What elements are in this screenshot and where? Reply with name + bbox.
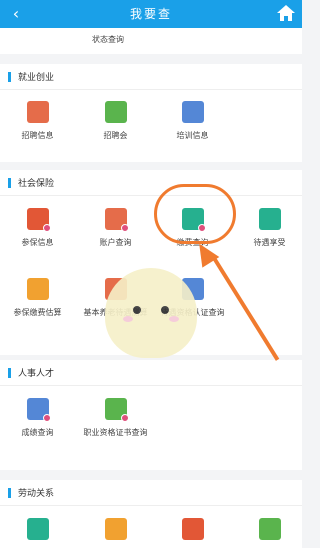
insured-info-item[interactable]: 参保信息: [0, 208, 75, 250]
cert-query-icon: [104, 398, 129, 422]
score-query-item[interactable]: 成绩查询: [0, 398, 75, 440]
job-fair-item[interactable]: 招聘会: [78, 101, 153, 143]
labor-item-3[interactable]: [155, 518, 230, 546]
section-title: 劳动关系: [18, 489, 55, 499]
gift-icon: [258, 208, 281, 230]
section-accent-bar: [8, 177, 11, 188]
labor-item-2[interactable]: [78, 518, 153, 546]
account-query-item[interactable]: 账户查询: [78, 208, 153, 250]
cert-query-item[interactable]: 职业资格证书查询: [78, 398, 153, 440]
labor-item-4[interactable]: [232, 518, 307, 546]
home-icon[interactable]: [276, 4, 296, 22]
top-bar: ‹ 我要查: [0, 0, 302, 28]
labor-icon-2: [104, 518, 127, 540]
job-info-item[interactable]: 招聘信息: [0, 101, 75, 143]
badge-dot: [42, 224, 51, 232]
job-fair-icon: [104, 101, 127, 123]
labor-item-1[interactable]: [0, 518, 75, 546]
training-info-item[interactable]: 培训信息: [155, 101, 230, 143]
section-personnel: 人事人才 成绩查询 职业资格证书查询: [0, 360, 302, 470]
badge-dot: [120, 224, 129, 232]
section-header: 人事人才: [0, 360, 302, 386]
mascot-watermark: [105, 268, 197, 358]
mascot-eye: [161, 306, 169, 314]
badge-dot: [42, 414, 51, 422]
section-accent-bar: [8, 71, 11, 82]
page-title: 我要查: [129, 7, 172, 21]
account-query-icon: [104, 208, 129, 232]
section-title: 人事人才: [18, 369, 55, 379]
labor-icon-3: [181, 518, 204, 540]
insured-info-icon: [26, 208, 51, 232]
payment-estimate-item[interactable]: 参保缴费估算: [0, 278, 75, 320]
highlight-circle: [154, 184, 236, 244]
training-info-icon: [181, 101, 204, 123]
mascot-eye: [133, 306, 141, 314]
section-accent-bar: [8, 367, 11, 378]
section-accent-bar: [8, 487, 11, 498]
section-labor: 劳动关系: [0, 480, 302, 548]
partial-item-label: 状态查询: [92, 35, 124, 44]
section-header: 劳动关系: [0, 480, 302, 506]
section-title: 就业创业: [18, 73, 55, 83]
previous-section-partial: 状态查询: [0, 28, 302, 54]
section-header: 社会保险: [0, 170, 302, 196]
payment-estimate-icon: [26, 278, 49, 300]
labor-icon-4: [258, 518, 281, 540]
job-info-icon: [26, 101, 49, 123]
benefit-item[interactable]: 待遇享受: [232, 208, 307, 250]
section-employment: 就业创业 招聘信息 招聘会 培训信息: [0, 64, 302, 162]
badge-dot: [120, 414, 129, 422]
section-header: 就业创业: [0, 64, 302, 90]
mascot-cheek: [123, 316, 133, 322]
section-title: 社会保险: [18, 179, 55, 189]
labor-icon-1: [26, 518, 49, 540]
score-query-icon: [26, 398, 51, 422]
mascot-cheek: [169, 316, 179, 322]
